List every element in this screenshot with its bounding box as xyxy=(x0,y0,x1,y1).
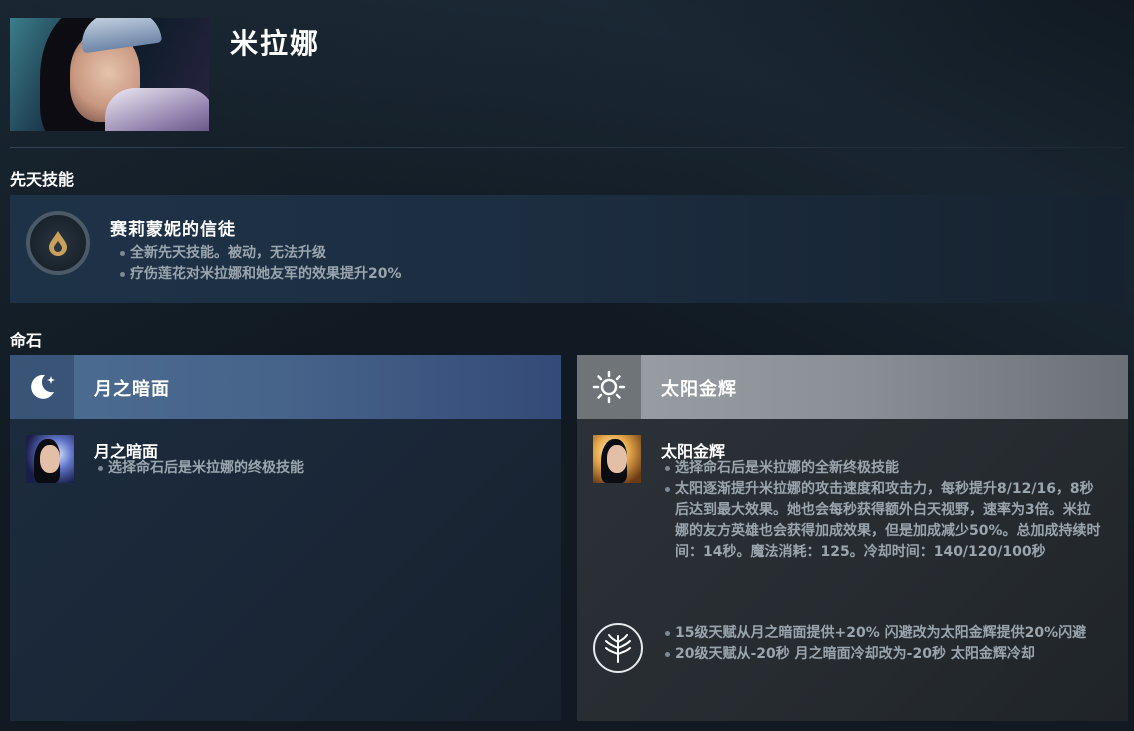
list-item: 15级天赋从月之暗面提供+20% 闪避改为太阳金辉提供20%闪避 xyxy=(661,623,1101,644)
list-item: 全新先天技能。被动，无法升级 xyxy=(116,243,402,264)
list-item: 选择命石后是米拉娜的全新终极技能 xyxy=(661,458,1101,479)
innate-ability-name: 赛莉蒙妮的信徒 xyxy=(110,220,236,240)
facet-header-moon[interactable]: 月之暗面 xyxy=(10,355,561,419)
ability-icon-sun[interactable] xyxy=(593,435,641,483)
list-item: 疗伤莲花对米拉娜和她友军的效果提升20% xyxy=(116,264,402,285)
ability-icon-moon[interactable] xyxy=(26,435,74,483)
talent-tree-icon[interactable] xyxy=(593,623,643,673)
innate-ability-card[interactable]: 赛莉蒙妮的信徒 全新先天技能。被动，无法升级 疗伤莲花对米拉娜和她友军的效果提升… xyxy=(10,195,1124,303)
list-item: 选择命石后是米拉娜的终极技能 xyxy=(94,458,304,479)
facet-label-sun: 太阳金辉 xyxy=(661,379,737,400)
hero-name: 米拉娜 xyxy=(230,27,321,60)
innate-bullet-list: 全新先天技能。被动，无法升级 疗伤莲花对米拉娜和她友军的效果提升20% xyxy=(116,243,402,285)
talent-bullet-list: 15级天赋从月之暗面提供+20% 闪避改为太阳金辉提供20%闪避 20级天赋从-… xyxy=(661,623,1101,665)
hero-header: 米拉娜 xyxy=(10,18,1124,148)
hero-portrait xyxy=(10,18,209,131)
innate-section-title: 先天技能 xyxy=(10,170,75,189)
facets-section-title: 命石 xyxy=(10,331,43,350)
facet-card-sun[interactable]: 太阳金辉 太阳金辉 选择命石后是米拉娜的全新终极技能 太阳逐渐提升米拉娜的攻击速… xyxy=(577,355,1128,721)
moon-bullet-list: 选择命石后是米拉娜的终极技能 xyxy=(94,458,304,479)
facet-label-moon: 月之暗面 xyxy=(94,379,170,400)
facet-header-sun[interactable]: 太阳金辉 xyxy=(577,355,1128,419)
moon-stars-icon xyxy=(10,355,74,419)
header-divider xyxy=(10,147,1124,148)
facet-card-moon[interactable]: 月之暗面 月之暗面 选择命石后是米拉娜的终极技能 xyxy=(10,355,561,721)
list-item: 太阳逐渐提升米拉娜的攻击速度和攻击力，每秒提升8/12/16，8秒后达到最大效果… xyxy=(661,479,1101,563)
innate-drop-icon[interactable] xyxy=(26,211,90,275)
sun-bullet-list: 选择命石后是米拉娜的全新终极技能 太阳逐渐提升米拉娜的攻击速度和攻击力，每秒提升… xyxy=(661,458,1101,563)
sun-icon xyxy=(577,355,641,419)
list-item: 20级天赋从-20秒 月之暗面冷却改为-20秒 太阳金辉冷却 xyxy=(661,644,1101,665)
